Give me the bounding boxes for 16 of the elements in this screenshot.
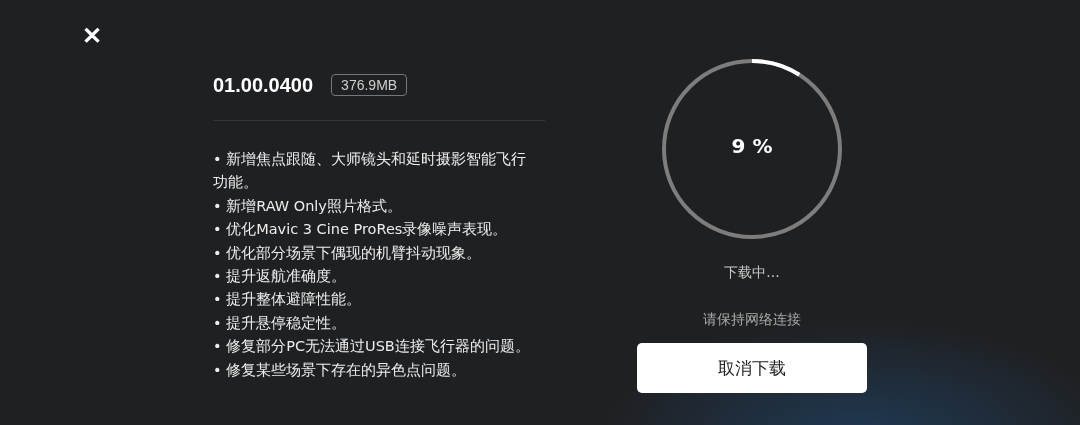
release-note: • 修复部分PC无法通过USB连接飞行器的问题。 — [213, 337, 531, 357]
file-size-badge: 376.9MB — [331, 74, 408, 96]
close-button[interactable]: ✕ — [78, 22, 106, 50]
release-note: • 新增焦点跟随、大师镜头和延时摄影智能飞行功能。 — [213, 150, 528, 193]
progress-percent: 9 % — [731, 134, 773, 159]
download-status: 下载中... — [724, 264, 780, 282]
release-note: • 新增RAW Only照片格式。 — [213, 196, 403, 216]
cancel-download-button[interactable]: 取消下载 — [637, 343, 867, 393]
network-hint: 请保持网络连接 — [703, 311, 801, 329]
release-note: • 提升整体避障性能。 — [213, 290, 363, 310]
version-number: 01.00.0400 — [213, 73, 314, 97]
release-note: • 优化部分场景下偶现的机臂抖动现象。 — [213, 243, 483, 263]
release-note: • 修复某些场景下存在的异色点问题。 — [213, 360, 468, 380]
release-note: • 优化Mavic 3 Cine ProRes录像噪声表现。 — [213, 220, 509, 240]
release-note: • 提升返航准确度。 — [213, 267, 348, 287]
release-note: • 提升悬停稳定性。 — [213, 313, 348, 333]
